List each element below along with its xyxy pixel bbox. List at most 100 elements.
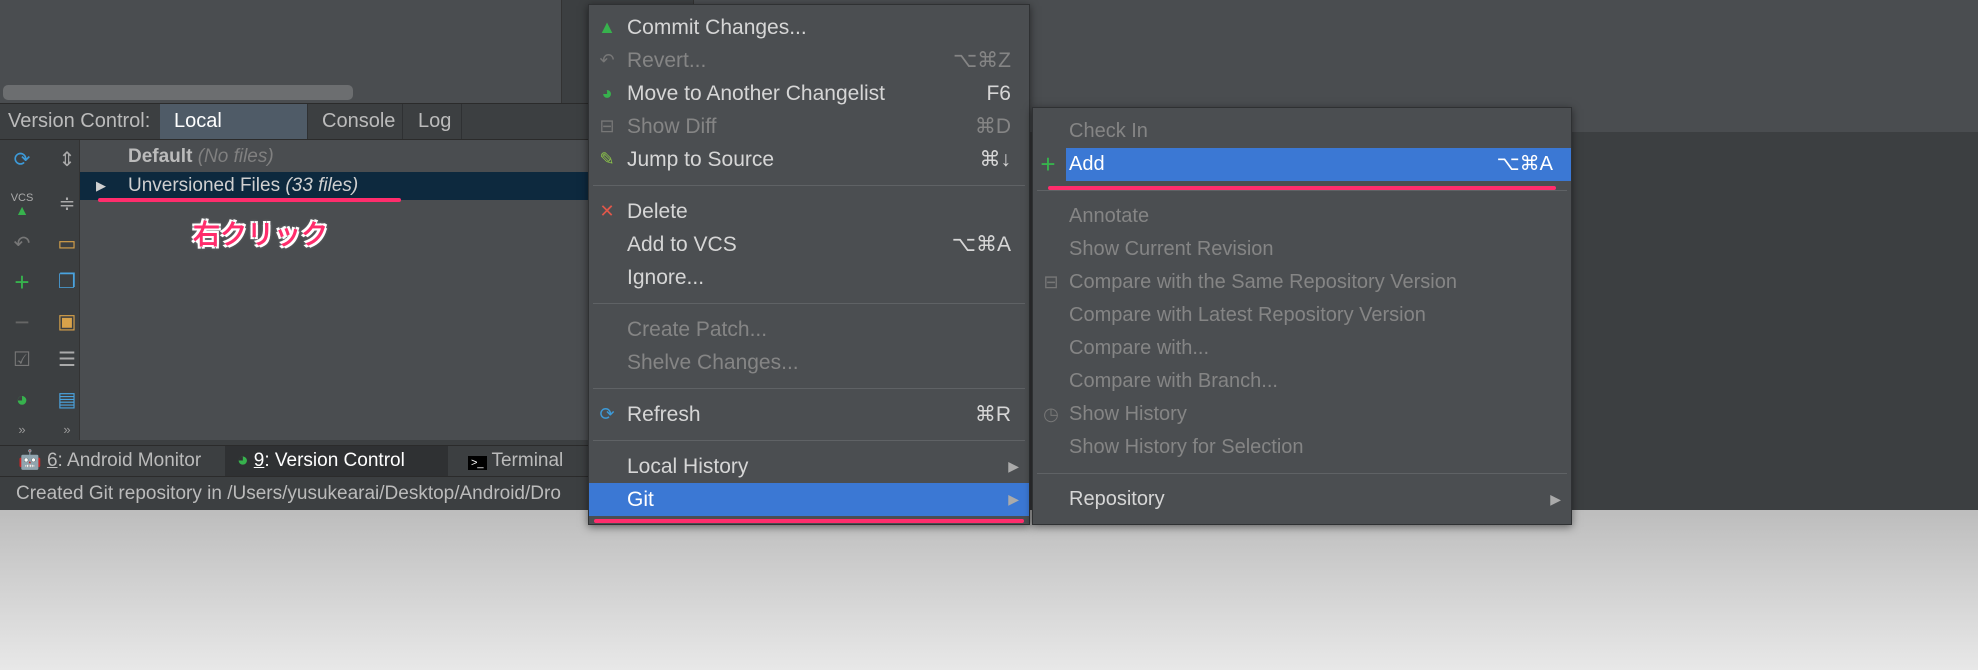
menu-item-label: Commit Changes...: [627, 16, 807, 39]
tab-local-changes[interactable]: Local Changes: [160, 104, 308, 167]
revert-icon[interactable]: ↶: [10, 232, 34, 256]
commit-icon[interactable]: VCS ▲: [10, 192, 34, 217]
menu-item-add-to-vcs[interactable]: Add to VCS ⌥⌘A: [589, 228, 1029, 261]
menu-item-label: Add to VCS: [627, 233, 737, 256]
tab-label: Terminal: [491, 450, 564, 471]
menu-item-label: Compare with...: [1069, 337, 1210, 359]
menu-item-label: Local History: [627, 455, 749, 478]
preview-icon[interactable]: ▣: [55, 310, 79, 334]
menu-item-move-to-another-changelist[interactable]: ◕ Move to Another Changelist F6: [589, 77, 1029, 110]
delete-icon: ✕: [599, 201, 615, 221]
tab-number: 9: [253, 450, 265, 471]
menu-item-label: Compare with Branch...: [1069, 370, 1278, 392]
refresh-icon: ⟳: [599, 404, 615, 424]
menu-item-label: Repository: [1069, 488, 1165, 510]
changelist-detail: (33 files): [285, 175, 359, 196]
menu-item-compare-with-the-same-repository-version[interactable]: ⊟ Compare with the Same Repository Versio…: [1033, 266, 1571, 299]
tab-terminal[interactable]: >_ Terminal: [456, 446, 563, 476]
changelist-name: Unversioned Files: [128, 175, 281, 196]
menu-item-label: Move to Another Changelist: [627, 82, 885, 105]
expand-arrow-icon[interactable]: ▶: [96, 172, 106, 200]
edit-source-icon: ✎: [599, 149, 615, 169]
annotation-underline-add: [1048, 186, 1556, 190]
checkbox-icon[interactable]: ☑: [10, 348, 34, 372]
menu-item-label: Add: [1069, 153, 1105, 175]
menu-item-commit-changes[interactable]: ▲ Commit Changes...: [589, 11, 1029, 44]
menu-item-compare-with-branch[interactable]: Compare with Branch...: [1033, 365, 1571, 398]
remove-icon[interactable]: −: [10, 309, 34, 335]
add-icon[interactable]: +: [10, 269, 34, 295]
tab-android-monitor[interactable]: 🤖 6: Android Monitor: [6, 446, 201, 476]
checklist-icon[interactable]: ☰: [55, 348, 79, 372]
menu-item-ignore[interactable]: Ignore...: [589, 261, 1029, 294]
menu-item-label: Show History: [1069, 403, 1187, 425]
annotation-underline: [98, 198, 401, 202]
menu-item-label: Compare with the Same Repository Version: [1069, 271, 1457, 293]
move-changelist-icon[interactable]: ◕: [10, 388, 34, 412]
menu-item-create-patch[interactable]: Create Patch...: [589, 313, 1029, 346]
menu-item-label: Jump to Source: [627, 148, 775, 171]
tab-version-control[interactable]: ◕ 9: Version Control: [225, 446, 448, 476]
context-menu: ▲ Commit Changes... ↶ Revert... ⌥⌘Z ◕ Move to …: [588, 4, 1030, 525]
menu-item-git[interactable]: Git ▶: [589, 483, 1029, 516]
menu-item-check-in[interactable]: Check In: [1033, 115, 1571, 148]
menu-item-add[interactable]: + Add ⌥⌘A: [1040, 148, 1571, 181]
tab-label: : Android Monitor: [57, 450, 202, 471]
menu-item-refresh[interactable]: ⟳ Refresh ⌘R: [589, 398, 1029, 431]
menu-item-delete[interactable]: ✕ Delete: [589, 195, 1029, 228]
menu-item-jump-to-source[interactable]: ✎ Jump to Source ⌘↓: [589, 143, 1029, 176]
add-icon: +: [1040, 149, 1056, 179]
vcs-toolbar: ⟳ ⇕ VCS ▲ ≑ ↶ ▭ + ❐ − ▣ ☑ ☰ ◕ ▤ » »: [0, 140, 80, 440]
vcs-icon: ◕: [237, 450, 249, 471]
submenu-arrow-icon: ▶: [1008, 458, 1019, 474]
menu-item-label: Show Current Revision: [1069, 238, 1274, 260]
annotation-right-click: 右クリック: [193, 220, 328, 250]
diff-icon: ⊟: [1043, 272, 1059, 292]
menu-item-annotate[interactable]: Annotate: [1033, 200, 1571, 233]
more-icon[interactable]: »: [10, 418, 34, 442]
annotation-underline-git: [594, 519, 1024, 523]
menu-item-revert[interactable]: ↶ Revert... ⌥⌘Z: [589, 44, 1029, 77]
menu-separator: [1033, 464, 1571, 483]
menu-item-shortcut: ⌥⌘A: [1496, 153, 1553, 175]
menu-item-label: Refresh: [627, 403, 701, 426]
history-icon: ◷: [1043, 404, 1059, 424]
collapse-all-icon[interactable]: ≑: [55, 192, 79, 216]
changelist-detail: (No files): [197, 146, 274, 167]
menu-item-compare-with-latest-repository-version[interactable]: Compare with Latest Repository Version: [1033, 299, 1571, 332]
menu-separator: [589, 431, 1029, 450]
tab-console[interactable]: Console: [308, 104, 403, 139]
tab-label: : Version Control: [264, 450, 405, 471]
menu-item-label: Compare with Latest Repository Version: [1069, 304, 1426, 326]
menu-item-show-history[interactable]: ◷ Show History: [1033, 398, 1571, 431]
menu-separator: [589, 294, 1029, 313]
more-icon[interactable]: »: [55, 418, 79, 442]
tab-number: 6: [46, 450, 58, 471]
vcs-commit-icon: ▲: [598, 17, 616, 37]
menu-item-show-current-revision[interactable]: Show Current Revision: [1033, 233, 1571, 266]
refresh-icon[interactable]: ⟳: [10, 148, 34, 172]
revert-icon: ↶: [599, 50, 615, 70]
menu-item-label: Shelve Changes...: [627, 351, 799, 374]
horizontal-scrollbar[interactable]: [3, 85, 353, 100]
android-icon: 🤖: [18, 450, 42, 471]
menu-item-show-diff[interactable]: ⊟ Show Diff ⌘D: [589, 110, 1029, 143]
menu-item-shelve-changes[interactable]: Shelve Changes...: [589, 346, 1029, 379]
copy-icon[interactable]: ❐: [55, 270, 79, 294]
menu-item-shortcut: ⌘R: [974, 403, 1011, 426]
expand-all-icon[interactable]: ⇕: [55, 148, 79, 172]
details-icon[interactable]: ▤: [55, 388, 79, 412]
menu-separator: [589, 176, 1029, 195]
menu-item-local-history[interactable]: Local History ▶: [589, 450, 1029, 483]
tab-log[interactable]: Log: [404, 104, 462, 139]
menu-item-shortcut: ⌥⌘A: [951, 233, 1011, 256]
menu-item-label: Delete: [627, 200, 688, 223]
menu-item-compare-with[interactable]: Compare with...: [1033, 332, 1571, 365]
menu-item-repository[interactable]: Repository ▶: [1033, 483, 1571, 516]
menu-item-shortcut: ⌥⌘Z: [952, 49, 1011, 72]
menu-item-shortcut: ⌘D: [974, 115, 1011, 138]
menu-item-show-history-for-selection[interactable]: Show History for Selection: [1033, 431, 1571, 464]
group-icon[interactable]: ▭: [55, 232, 79, 256]
menu-item-shortcut: F6: [986, 82, 1011, 105]
submenu-arrow-icon: ▶: [1550, 491, 1561, 507]
